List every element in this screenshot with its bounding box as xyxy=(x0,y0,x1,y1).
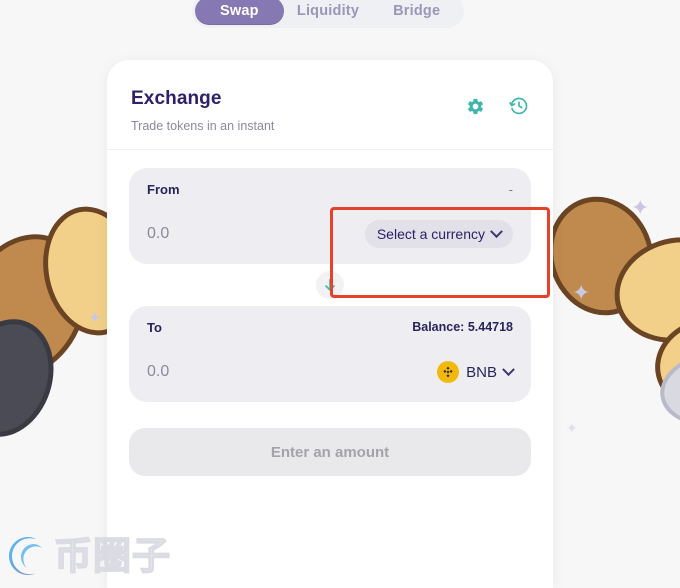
tab-swap[interactable]: Swap xyxy=(195,0,284,25)
gear-icon[interactable] xyxy=(466,97,485,121)
sparkle-icon: ✦ xyxy=(631,196,650,221)
swap-direction-button[interactable] xyxy=(316,271,344,299)
sparkle-icon: ✦ xyxy=(566,421,578,437)
history-icon[interactable] xyxy=(509,96,529,121)
from-amount-input[interactable]: 0.0 xyxy=(147,225,169,243)
to-panel-bottom: 0.0 BNB xyxy=(147,357,515,387)
to-label: To xyxy=(147,320,162,335)
page-subtitle: Trade tokens in an instant xyxy=(131,119,275,133)
from-right-note: - xyxy=(508,182,513,197)
to-currency-label: BNB xyxy=(466,363,497,381)
from-panel: From - 0.0 Select a currency xyxy=(129,168,531,264)
exchange-card: Exchange Trade tokens in an instant From xyxy=(107,60,553,588)
from-panel-top: From - xyxy=(147,182,513,202)
to-panel-top: To Balance: 5.44718 xyxy=(147,320,513,340)
enter-amount-button[interactable]: Enter an amount xyxy=(129,428,531,476)
bnb-icon xyxy=(437,361,460,383)
watermark-text: 币圈子 xyxy=(53,534,172,578)
nav-tabbar[interactable]: Swap Liquidity Bridge xyxy=(192,0,464,28)
to-balance: Balance: 5.44718 xyxy=(412,320,513,334)
from-label: From xyxy=(147,182,180,197)
to-amount-input[interactable]: 0.0 xyxy=(147,363,169,381)
watermark: 币圈子 xyxy=(4,528,171,584)
tab-liquidity[interactable]: Liquidity xyxy=(284,0,373,25)
sparkle-icon: ✦ xyxy=(88,308,102,327)
from-panel-bottom: 0.0 Select a currency xyxy=(147,220,513,248)
swap-direction-row xyxy=(129,264,531,306)
from-currency-select-button[interactable]: Select a currency xyxy=(364,220,513,248)
card-header: Exchange Trade tokens in an instant xyxy=(107,60,553,150)
chevron-down-icon xyxy=(490,224,503,238)
header-actions xyxy=(466,96,529,121)
from-currency-label: Select a currency xyxy=(376,226,485,242)
to-currency-select-button[interactable]: BNB xyxy=(437,357,515,387)
chevron-down-icon xyxy=(502,362,515,376)
sparkle-icon: ✦ xyxy=(572,281,591,306)
tab-bridge[interactable]: Bridge xyxy=(372,0,461,25)
to-panel: To Balance: 5.44718 0.0 BNB xyxy=(129,306,531,402)
arrow-down-icon xyxy=(325,278,335,291)
card-body: From - 0.0 Select a currency To Balance:… xyxy=(107,150,553,476)
swirl-logo-icon xyxy=(9,537,43,575)
